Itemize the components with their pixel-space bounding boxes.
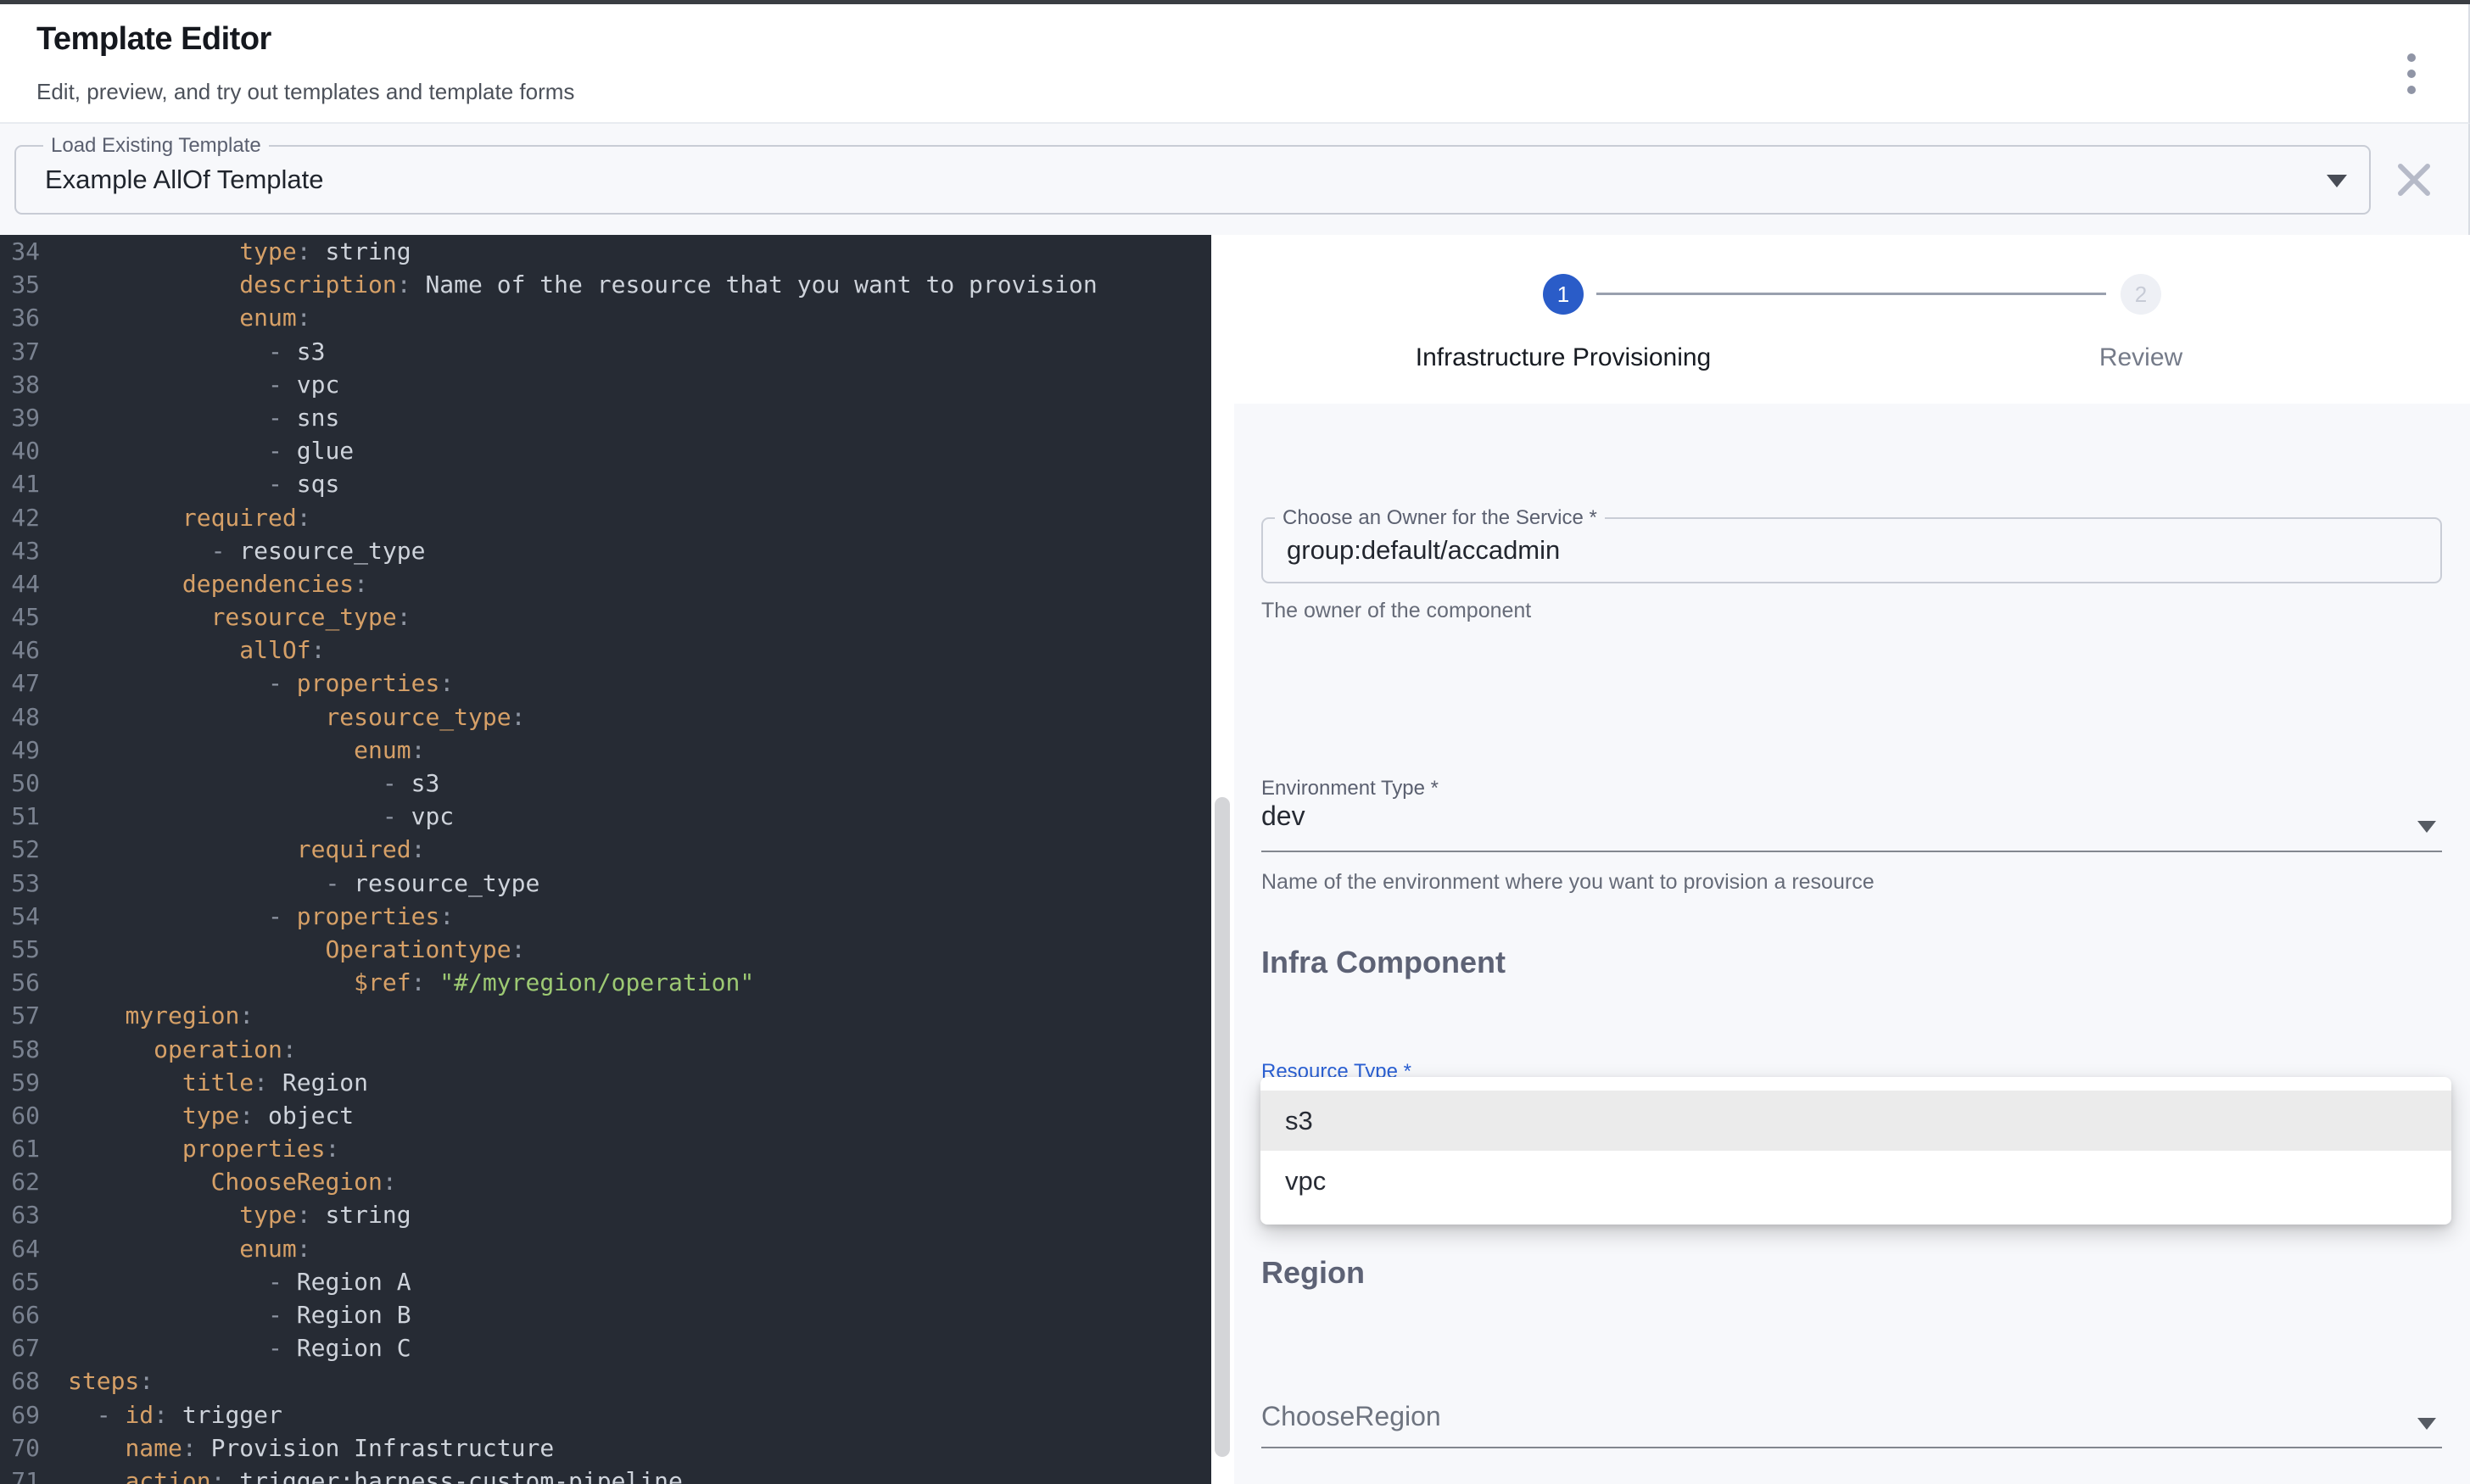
code-line: 34 type: string: [0, 235, 1211, 268]
step-1-number: 1: [1557, 282, 1569, 308]
load-template-section: Load Existing Template Example AllOf Tem…: [0, 124, 2470, 235]
form-area: Choose an Owner for the Service * group:…: [1234, 404, 2470, 1484]
code-line: 35 description: Name of the resource tha…: [0, 268, 1211, 301]
close-icon: [2392, 158, 2436, 202]
code-line: 44 dependencies:: [0, 567, 1211, 600]
environment-type-underline: [1261, 851, 2442, 852]
code-line: 53 - resource_type: [0, 867, 1211, 900]
environment-helper-text: Name of the environment where you want t…: [1261, 870, 1875, 895]
code-line: 51 - vpc: [0, 800, 1211, 833]
code-line: 70 name: Provision Infrastructure: [0, 1431, 1211, 1464]
environment-type-label: Environment Type *: [1261, 777, 1439, 801]
code-line: 54 - properties:: [0, 900, 1211, 933]
code-line: 56 $ref: "#/myregion/operation": [0, 966, 1211, 999]
page-header: Template Editor Edit, preview, and try o…: [0, 4, 2470, 124]
code-line: 62 ChooseRegion:: [0, 1165, 1211, 1198]
code-line: 58 operation:: [0, 1033, 1211, 1066]
code-line: 40 - glue: [0, 434, 1211, 467]
form-preview-panel: 1 2 Infrastructure Provisioning Review C…: [1234, 235, 2470, 1484]
code-line: 59 title: Region: [0, 1066, 1211, 1099]
code-line: 52 required:: [0, 833, 1211, 866]
kebab-dot-icon: [2407, 86, 2416, 94]
step-2-label: Review: [2014, 343, 2268, 372]
code-line: 45 resource_type:: [0, 600, 1211, 633]
code-line: 68steps:: [0, 1364, 1211, 1398]
template-editor-page: Template Editor Edit, preview, and try o…: [0, 0, 2470, 1484]
more-options-button[interactable]: [2392, 47, 2431, 101]
chevron-down-icon: [2417, 821, 2436, 833]
step-1-label: Infrastructure Provisioning: [1309, 343, 1818, 372]
resource-type-option-vpc[interactable]: vpc: [1260, 1151, 2451, 1211]
code-line: 41 - sqs: [0, 467, 1211, 500]
code-line: 67 - Region C: [0, 1331, 1211, 1364]
code-line: 43 - resource_type: [0, 534, 1211, 567]
infra-component-heading: Infra Component: [1261, 945, 1506, 980]
code-line: 46 allOf:: [0, 633, 1211, 667]
owner-value: group:default/accadmin: [1287, 519, 1560, 582]
code-line: 50 - s3: [0, 767, 1211, 800]
yaml-code-editor[interactable]: 34 type: string35 description: Name of t…: [0, 235, 1211, 1484]
step-2-indicator[interactable]: 2: [2121, 274, 2161, 315]
owner-helper-text: The owner of the component: [1261, 599, 1531, 623]
code-line: 55 Operationtype:: [0, 933, 1211, 966]
resource-type-option-s3[interactable]: s3: [1260, 1091, 2451, 1151]
kebab-dot-icon: [2407, 53, 2416, 62]
choose-region-underline: [1261, 1447, 2442, 1448]
wizard-stepper: 1 2 Infrastructure Provisioning Review: [1234, 235, 2470, 404]
code-line: 38 - vpc: [0, 368, 1211, 401]
chevron-down-icon: [2417, 1418, 2436, 1430]
code-line: 61 properties:: [0, 1132, 1211, 1165]
load-existing-template-select[interactable]: Load Existing Template Example AllOf Tem…: [14, 145, 2371, 215]
code-line: 47 - properties:: [0, 667, 1211, 700]
code-line: 37 - s3: [0, 335, 1211, 368]
code-line: 42 required:: [0, 501, 1211, 534]
page-title: Template Editor: [36, 21, 271, 58]
chevron-down-icon: [2327, 175, 2347, 187]
code-line: 60 type: object: [0, 1099, 1211, 1132]
region-heading: Region: [1261, 1255, 1365, 1291]
code-line: 57 myregion:: [0, 999, 1211, 1032]
owner-input[interactable]: Choose an Owner for the Service * group:…: [1261, 517, 2442, 583]
code-line: 39 - sns: [0, 401, 1211, 434]
code-line: 66 - Region B: [0, 1298, 1211, 1331]
code-line: 71 action: trigger:harness-custom-pipeli…: [0, 1464, 1211, 1484]
load-template-value: Example AllOf Template: [45, 147, 324, 213]
clear-template-button[interactable]: [2392, 158, 2436, 202]
code-line: 64 enum:: [0, 1232, 1211, 1265]
code-line: 63 type: string: [0, 1198, 1211, 1231]
kebab-dot-icon: [2407, 70, 2416, 78]
stepper-connector-line: [1596, 293, 2106, 295]
code-lines: 34 type: string35 description: Name of t…: [0, 235, 1211, 1484]
scrollbar-thumb[interactable]: [1215, 797, 1230, 1457]
choose-region-select[interactable]: ChooseRegion: [1261, 1401, 1441, 1432]
scrollbar-track: [1211, 235, 1234, 1484]
code-line: 36 enum:: [0, 301, 1211, 334]
code-line: 49 enum:: [0, 734, 1211, 767]
page-subtitle: Edit, preview, and try out templates and…: [36, 79, 574, 105]
resource-type-dropdown-menu: s3vpc: [1260, 1077, 2451, 1225]
code-line: 65 - Region A: [0, 1265, 1211, 1298]
step-1-indicator[interactable]: 1: [1543, 274, 1584, 315]
environment-type-select[interactable]: dev: [1261, 801, 1305, 832]
step-2-number: 2: [2135, 282, 2147, 308]
code-line: 48 resource_type:: [0, 700, 1211, 734]
code-line: 69 - id: trigger: [0, 1398, 1211, 1431]
